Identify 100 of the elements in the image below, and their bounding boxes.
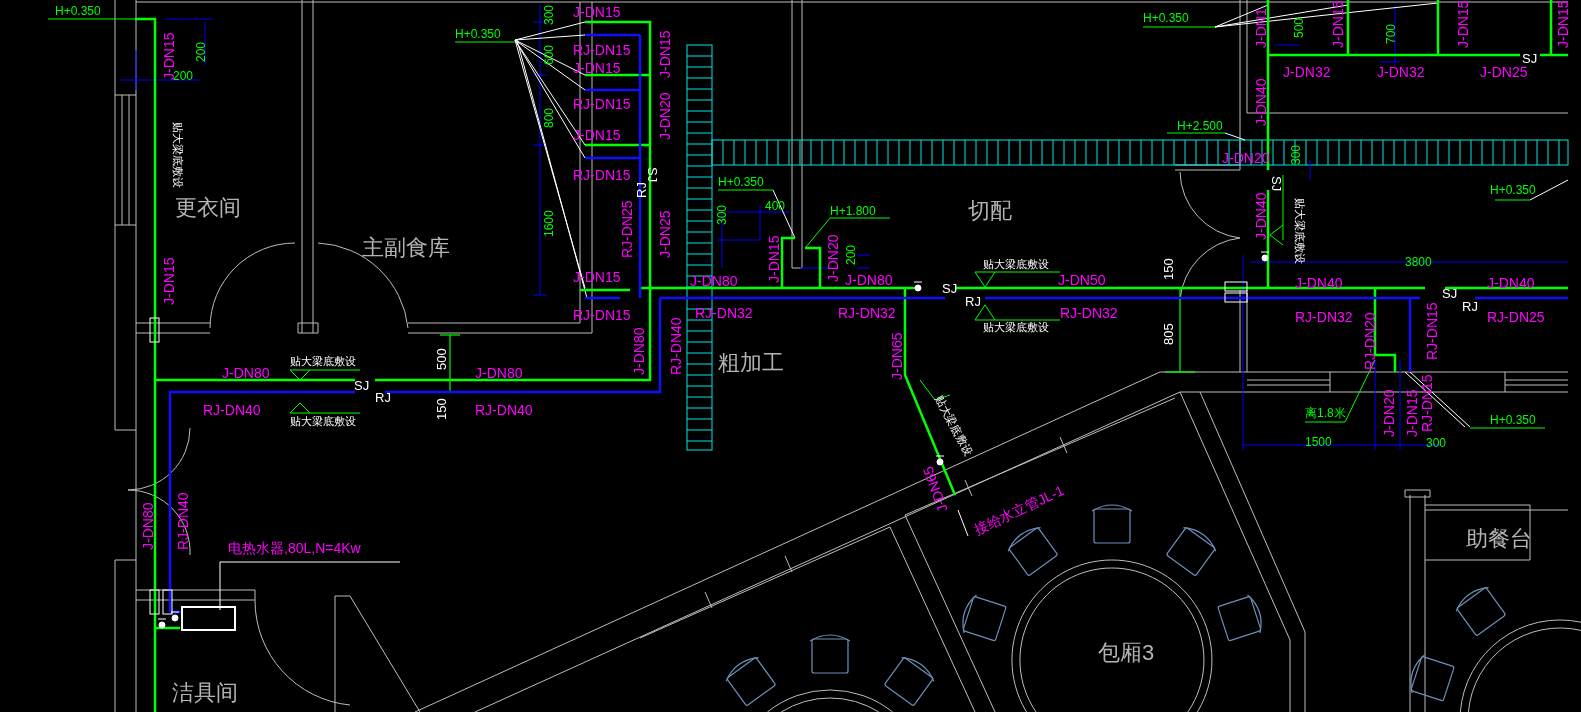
elevation-label: H+0.350 <box>455 27 501 41</box>
dimension-label: 300 <box>1289 144 1303 165</box>
pipe-size-label: RJ-DN15 <box>573 42 631 58</box>
dimension-line <box>856 254 871 256</box>
pipe-size-label: J-DN80 <box>475 365 523 381</box>
valve-icon <box>935 455 945 466</box>
pipe-size-label: 电热水器,80L,N=4Kw <box>228 540 361 556</box>
pipe-size-label: RJ-DN25 <box>1487 309 1545 325</box>
pipe-size-label: RJ-DN32 <box>838 305 896 321</box>
pipe-size-label: RJ-DN40 <box>668 317 684 375</box>
pipe-size-label: J-DN25 <box>1480 64 1528 80</box>
pipe-size-label: J-DN40 <box>1487 275 1535 291</box>
pipe-size-label: J-DN80 <box>631 327 647 375</box>
dimension-label: 200 <box>844 244 858 265</box>
room-label: 更衣间 <box>175 195 241 220</box>
dimension-line <box>856 267 871 269</box>
dimension-label: 300 <box>542 4 556 25</box>
installation-note: 贴大梁底敷设 <box>983 258 1049 270</box>
dimension-label: 200 <box>173 69 194 83</box>
pipe-size-label: J-DN80 <box>222 365 270 381</box>
pipe-size-label: 接给水立管JL-1 <box>971 482 1067 538</box>
pipe-size-label: J-DN40 <box>1295 275 1343 291</box>
pipe-tag-label: RJ <box>375 390 391 405</box>
installation-note: 贴大梁底敷设 <box>933 393 975 458</box>
room-label: 包厢3 <box>1098 640 1155 665</box>
room-label: 洁具间 <box>172 680 238 705</box>
pipe-size-label: RJ-DN25 <box>619 200 635 258</box>
pipe-size-label: RJ-DN32 <box>1295 309 1353 325</box>
dimension-label: 200 <box>194 41 208 62</box>
dimension-label: 800 <box>542 107 556 128</box>
pipe-size-label: J-DN15 <box>1404 389 1420 437</box>
room-label: 主副食库 <box>362 235 450 260</box>
elevation-label: H+0.350 <box>55 4 101 18</box>
valve-icon <box>157 618 167 629</box>
pipe-tag-label: RJ <box>1462 299 1478 314</box>
dimension-label: 1500 <box>1305 435 1332 449</box>
pipe-size-label: J-DN20 <box>657 92 673 140</box>
pipe-size-label: J-DN20 <box>825 234 841 282</box>
pipe-size-label: RJ-DN15 <box>1424 302 1440 360</box>
dimension-line <box>1309 159 1311 181</box>
pipe-tag-label: SJ <box>1522 51 1538 66</box>
pipe-size-label: J-DN15 <box>161 257 177 305</box>
room-label: 粗加工 <box>718 350 784 375</box>
elevation-label: H+0.350 <box>1490 413 1536 427</box>
installation-note: 贴大梁底敷设 <box>290 415 356 427</box>
pipe-size-label: RJ-DN40 <box>175 492 191 550</box>
pipe-sleeve-icon <box>162 589 173 615</box>
pipe-size-label: J-DN15 <box>1330 0 1346 48</box>
dimension-label: 700 <box>1384 23 1398 44</box>
installation-note: 贴大梁底敷设 <box>1294 198 1306 264</box>
elevation-label: H+0.350 <box>1490 183 1536 197</box>
room-label: 助餐台 <box>1466 526 1532 551</box>
elevation-label: H+1.800 <box>830 204 876 218</box>
dimension-line <box>799 267 831 269</box>
pipe-size-label: RJ-DN20 <box>1362 312 1378 370</box>
dimension-label: 400 <box>765 199 786 213</box>
pipe-size-label: RJ-DN32 <box>695 305 753 321</box>
dimension-line <box>1274 44 1301 46</box>
valve-icon <box>170 611 180 622</box>
dimension-label: 1600 <box>542 210 556 237</box>
pipe-size-label: J-DN32 <box>1283 64 1331 80</box>
pipe-size-label: J-DN15 <box>573 127 621 143</box>
elevation-label: H+2.500 <box>1177 119 1223 133</box>
pipe-size-label: RJ-DN40 <box>203 402 261 418</box>
pipe-tag-label: SJ <box>1269 176 1284 192</box>
pipe-size-label: RJ-DN40 <box>475 402 533 418</box>
pipe-sleeve-icon <box>1224 281 1248 292</box>
pipe-tag-label: SJ <box>354 378 370 393</box>
dimension-label: 300 <box>1426 436 1447 450</box>
pipe-size-label: J-DN50 <box>1058 272 1106 288</box>
pipe-tag-label: SJ <box>942 281 958 296</box>
pipe-tag-label: SJ <box>645 167 660 183</box>
pipe-size-label: J-DN15 <box>657 30 673 78</box>
pipe-size-label: RJ-DN15 <box>573 96 631 112</box>
valve-icon <box>913 281 923 292</box>
pipe-size-label: J-DN15 <box>766 235 782 283</box>
pipe-size-label: J-DN25 <box>657 210 673 258</box>
pipe-size-label: RJ-DN15 <box>573 167 631 183</box>
pipe-size-label: J-DN20 <box>1381 389 1397 437</box>
elevation-label: H+0.350 <box>1143 11 1189 25</box>
pipe-tag-label: SJ <box>1442 286 1458 301</box>
pipe-sleeve-icon <box>1224 292 1248 303</box>
pipe-size-label: J-DN40 <box>1253 192 1269 240</box>
pipe-size-label: J-DN15 <box>573 4 621 20</box>
installation-note: 贴大梁底敷设 <box>290 355 356 367</box>
pipe-size-label: J-DN32 <box>1377 64 1425 80</box>
pipe-size-label: J-DN15 <box>1555 0 1571 48</box>
pipe-tag-label: RJ <box>965 294 981 309</box>
pipe-size-label: J-DN80 <box>140 502 156 550</box>
pipe-size-label: J-DN1 <box>1253 8 1269 48</box>
water-heater-drawing <box>181 606 236 631</box>
valve-icon <box>1260 251 1270 262</box>
dimension-label: 600 <box>542 44 556 65</box>
pipe-size-label: J-DN40 <box>1253 78 1269 126</box>
pipe-tag-label: 150 <box>434 398 449 420</box>
elevation-label: 离1.8米 <box>1305 406 1346 420</box>
pipe-size-label: J-DN15 <box>573 60 621 76</box>
installation-note: 贴大梁底敷设 <box>172 122 184 188</box>
dimension-label: 300 <box>715 204 729 225</box>
pipe-sleeve-icon <box>149 317 160 343</box>
